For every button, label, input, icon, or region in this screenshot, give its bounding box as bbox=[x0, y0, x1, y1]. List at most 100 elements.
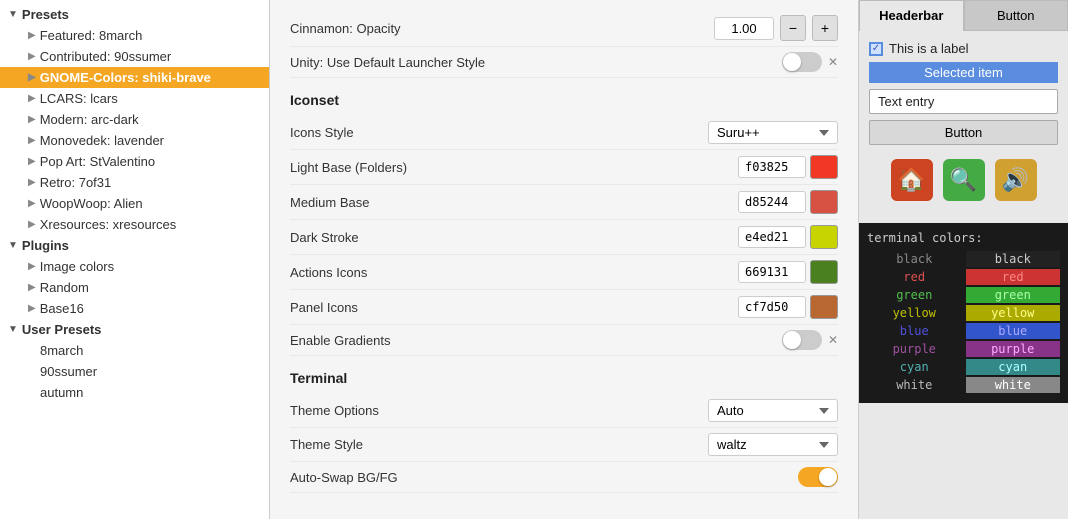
auto-swap-controls bbox=[798, 467, 838, 487]
actions-icons-label: Actions Icons bbox=[290, 265, 738, 280]
panel-icons-hex[interactable] bbox=[738, 296, 806, 318]
light-base-hex[interactable] bbox=[738, 156, 806, 178]
volume-icon[interactable]: 🔊 bbox=[995, 159, 1037, 201]
cinnamon-opacity-input[interactable] bbox=[714, 17, 774, 40]
theme-options-label: Theme Options bbox=[290, 403, 708, 418]
light-base-label: Light Base (Folders) bbox=[290, 160, 738, 175]
sidebar-item-retro[interactable]: ▶ Retro: 7of31 bbox=[0, 172, 269, 193]
sidebar-item-gnome-colors[interactable]: ▶ GNOME-Colors: shiki-brave bbox=[0, 67, 269, 88]
theme-options-dropdown[interactable]: Auto bbox=[708, 399, 838, 422]
sidebar-item-modern[interactable]: ▶ Modern: arc-dark bbox=[0, 109, 269, 130]
panel-icons-swatch[interactable] bbox=[810, 295, 838, 319]
arrow-icon: ▼ bbox=[8, 324, 18, 335]
theme-style-controls: waltz bbox=[708, 433, 838, 456]
sidebar-item-lcars[interactable]: ▶ LCARS: lcars bbox=[0, 88, 269, 109]
row-dark-stroke: Dark Stroke bbox=[290, 220, 838, 255]
unity-launcher-toggle[interactable] bbox=[782, 52, 822, 72]
term-dark-red: red bbox=[867, 269, 962, 285]
row-auto-swap: Auto-Swap BG/FG bbox=[290, 462, 838, 493]
preview-body: ✓ This is a label Selected item Text ent… bbox=[859, 31, 1068, 217]
term-dark-black: black bbox=[867, 251, 962, 267]
sidebar-item-autumn[interactable]: autumn bbox=[0, 382, 269, 403]
sidebar-item-woopwoop[interactable]: ▶ WoopWoop: Alien bbox=[0, 193, 269, 214]
row-theme-options: Theme Options Auto bbox=[290, 394, 838, 428]
preview-icons: 🏠 🔍 🔊 bbox=[869, 153, 1058, 207]
actions-icons-hex[interactable] bbox=[738, 261, 806, 283]
row-unity-launcher: Unity: Use Default Launcher Style ✕ bbox=[290, 47, 838, 78]
medium-base-label: Medium Base bbox=[290, 195, 738, 210]
sidebar-item-image-colors[interactable]: ▶ Image colors bbox=[0, 256, 269, 277]
enable-gradients-toggle[interactable] bbox=[782, 330, 822, 350]
term-light-purple: purple bbox=[966, 341, 1061, 357]
sidebar-item-popart[interactable]: ▶ Pop Art: StValentino bbox=[0, 151, 269, 172]
preview-text-entry[interactable]: Text entry bbox=[869, 89, 1058, 114]
sidebar-section-plugins[interactable]: ▼ Plugins bbox=[0, 235, 269, 256]
term-row-black: black black bbox=[867, 251, 1060, 267]
sidebar-item-monovedek[interactable]: ▶ Monovedek: lavender bbox=[0, 130, 269, 151]
home-icon[interactable]: 🏠 bbox=[891, 159, 933, 201]
dark-stroke-hex[interactable] bbox=[738, 226, 806, 248]
unity-launcher-label: Unity: Use Default Launcher Style bbox=[290, 55, 782, 70]
arrow-icon: ▶ bbox=[28, 219, 36, 230]
enable-gradients-label: Enable Gradients bbox=[290, 333, 782, 348]
sidebar-item-contributed[interactable]: ▶ Contributed: 90ssumer bbox=[0, 46, 269, 67]
cinnamon-opacity-label: Cinnamon: Opacity bbox=[290, 21, 714, 36]
main-content: Cinnamon: Opacity − + Unity: Use Default… bbox=[270, 0, 858, 519]
auto-swap-toggle[interactable] bbox=[798, 467, 838, 487]
preview-button[interactable]: Button bbox=[869, 120, 1058, 145]
sidebar-item-90ssumer[interactable]: 90ssumer bbox=[0, 361, 269, 382]
arrow-icon: ▶ bbox=[28, 30, 36, 41]
preview-selected-item: Selected item bbox=[869, 62, 1058, 83]
theme-options-controls: Auto bbox=[708, 399, 838, 422]
arrow-icon: ▶ bbox=[28, 282, 36, 293]
actions-icons-controls bbox=[738, 260, 838, 284]
tab-button[interactable]: Button bbox=[964, 0, 1068, 31]
actions-icons-swatch[interactable] bbox=[810, 260, 838, 284]
unity-launcher-controls: ✕ bbox=[782, 52, 838, 72]
term-row-yellow: yellow yellow bbox=[867, 305, 1060, 321]
toggle-knob bbox=[783, 53, 801, 71]
term-row-green: green green bbox=[867, 287, 1060, 303]
term-light-yellow: yellow bbox=[966, 305, 1061, 321]
preview-checkbox[interactable]: ✓ bbox=[869, 42, 883, 56]
sidebar-item-random[interactable]: ▶ Random bbox=[0, 277, 269, 298]
sidebar-item-xresources[interactable]: ▶ Xresources: xresources bbox=[0, 214, 269, 235]
icons-style-dropdown[interactable]: Suru++ bbox=[708, 121, 838, 144]
row-enable-gradients: Enable Gradients ✕ bbox=[290, 325, 838, 356]
arrow-icon: ▶ bbox=[28, 303, 36, 314]
dark-stroke-swatch[interactable] bbox=[810, 225, 838, 249]
arrow-icon: ▶ bbox=[28, 114, 36, 125]
sidebar-item-base16[interactable]: ▶ Base16 bbox=[0, 298, 269, 319]
sidebar-section-user-presets[interactable]: ▼ User Presets bbox=[0, 319, 269, 340]
dark-stroke-controls bbox=[738, 225, 838, 249]
arrow-icon: ▶ bbox=[28, 198, 36, 209]
plus-button[interactable]: + bbox=[812, 15, 838, 41]
term-light-black: black bbox=[966, 251, 1061, 267]
toggle-knob bbox=[819, 468, 837, 486]
minus-button[interactable]: − bbox=[780, 15, 806, 41]
light-base-swatch[interactable] bbox=[810, 155, 838, 179]
arrow-icon: ▶ bbox=[28, 93, 36, 104]
medium-base-hex[interactable] bbox=[738, 191, 806, 213]
close-icon[interactable]: ✕ bbox=[828, 333, 838, 347]
medium-base-controls bbox=[738, 190, 838, 214]
dark-stroke-label: Dark Stroke bbox=[290, 230, 738, 245]
term-light-green: green bbox=[966, 287, 1061, 303]
arrow-icon: ▶ bbox=[28, 156, 36, 167]
medium-base-swatch[interactable] bbox=[810, 190, 838, 214]
panel-icons-controls bbox=[738, 295, 838, 319]
theme-style-dropdown[interactable]: waltz bbox=[708, 433, 838, 456]
close-icon[interactable]: ✕ bbox=[828, 55, 838, 69]
tab-headerbar[interactable]: Headerbar bbox=[859, 0, 964, 31]
search-icon[interactable]: 🔍 bbox=[943, 159, 985, 201]
sidebar-section-presets[interactable]: ▼ Presets bbox=[0, 4, 269, 25]
icons-style-label: Icons Style bbox=[290, 125, 708, 140]
sidebar-item-8march[interactable]: 8march bbox=[0, 340, 269, 361]
row-medium-base: Medium Base bbox=[290, 185, 838, 220]
cinnamon-opacity-controls: − + bbox=[714, 15, 838, 41]
sidebar-item-featured[interactable]: ▶ Featured: 8march bbox=[0, 25, 269, 46]
term-dark-purple: purple bbox=[867, 341, 962, 357]
icons-style-controls: Suru++ bbox=[708, 121, 838, 144]
sidebar-section-presets-label: Presets bbox=[22, 7, 69, 22]
terminal-title: Terminal bbox=[290, 370, 838, 386]
